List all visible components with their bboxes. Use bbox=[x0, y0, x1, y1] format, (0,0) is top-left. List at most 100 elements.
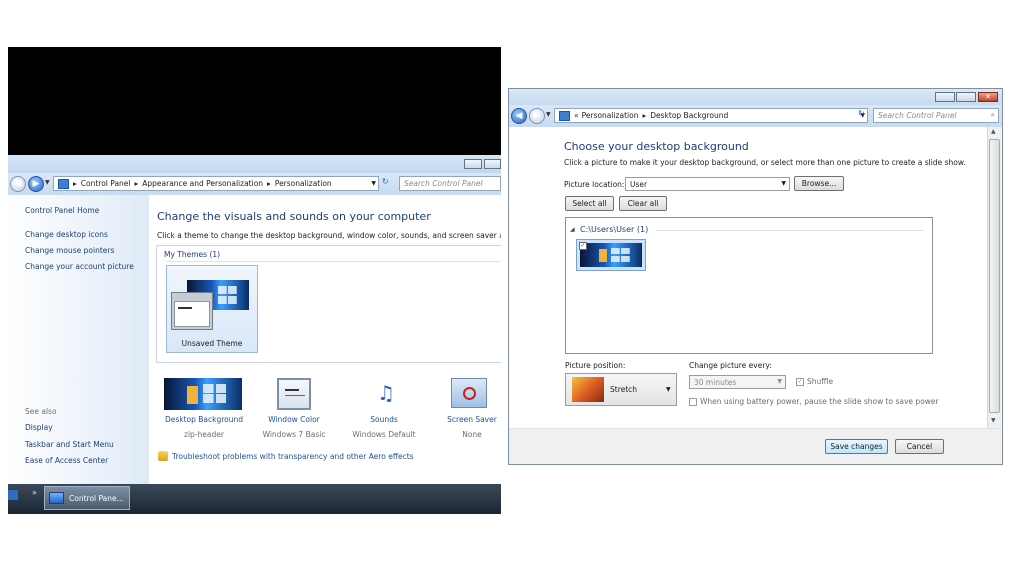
wallpaper-thumbnail bbox=[580, 243, 642, 267]
wallpaper-thumbnail-item[interactable]: ✓ bbox=[576, 239, 646, 271]
left-address-row: ◀ ▶ ▼ ▸ Control Panel ▸ Appearance and P… bbox=[8, 173, 501, 196]
picture-location-select[interactable]: User ▼ bbox=[625, 177, 790, 191]
page-title: Choose your desktop background bbox=[564, 140, 749, 153]
breadcrumb-arrow-icon: ▸ bbox=[267, 179, 271, 188]
window-color-label[interactable]: Window Color bbox=[257, 415, 331, 424]
right-address-row: ◀ ▶ ▼ « Personalization ▸ Desktop Backgr… bbox=[509, 105, 1002, 128]
scroll-thumb[interactable] bbox=[989, 139, 1000, 413]
shuffle-label: Shuffle bbox=[807, 377, 834, 386]
scroll-down-icon[interactable]: ▼ bbox=[991, 417, 996, 424]
change-every-select[interactable]: 30 minutes ▼ bbox=[689, 375, 786, 389]
address-overflow-chevrons[interactable]: « bbox=[574, 111, 579, 120]
control-panel-icon bbox=[49, 492, 64, 504]
address-bar[interactable]: « Personalization ▸ Desktop Background ▼ bbox=[554, 108, 868, 123]
thumbnail-checkbox[interactable]: ✓ bbox=[579, 242, 587, 250]
taskbar-start-menu-link[interactable]: Taskbar and Start Menu bbox=[25, 440, 114, 449]
taskbar-item-label: Control Pane... bbox=[69, 494, 124, 503]
theme-name: Unsaved Theme bbox=[181, 339, 243, 348]
left-titlebar bbox=[8, 155, 501, 173]
collapse-group-icon[interactable]: ◢ bbox=[570, 226, 575, 233]
desktop-background-item[interactable]: Desktop Background zip-header bbox=[158, 378, 244, 439]
close-button[interactable]: ✕ bbox=[978, 92, 998, 102]
page-title: Change the visuals and sounds on your co… bbox=[157, 210, 431, 223]
vertical-scrollbar[interactable]: ▲ ▼ bbox=[987, 127, 1002, 428]
window-color-sub: Windows 7 Basic bbox=[262, 430, 326, 439]
breadcrumb-arrow-icon: ▸ bbox=[73, 179, 77, 188]
change-every-label: Change picture every: bbox=[689, 361, 772, 370]
taskbar-control-panel-item[interactable]: Control Pane... bbox=[44, 486, 130, 510]
breadcrumb-appearance[interactable]: Appearance and Personalization bbox=[142, 179, 263, 188]
screen-saver-sub: None bbox=[462, 430, 482, 439]
troubleshoot-link[interactable]: Troubleshoot problems with transparency … bbox=[172, 452, 414, 461]
dialog-footer: Save changes Cancel bbox=[509, 428, 1002, 464]
window-color-item[interactable]: Window Color Windows 7 Basic bbox=[257, 378, 331, 439]
desktop-background-content: Choose your desktop background Click a p… bbox=[509, 127, 987, 428]
window-color-icon bbox=[277, 378, 311, 410]
refresh-icon[interactable]: ↻ bbox=[382, 177, 389, 186]
sounds-icon: ♫ bbox=[377, 381, 395, 405]
scroll-up-icon[interactable]: ▲ bbox=[991, 128, 996, 135]
unsaved-theme-tile[interactable]: Unsaved Theme bbox=[166, 265, 258, 353]
taskbar: » Control Pane... bbox=[8, 484, 501, 514]
personalization-window: ◀ ▶ ▼ ▸ Control Panel ▸ Appearance and P… bbox=[8, 47, 501, 514]
change-desktop-icons-link[interactable]: Change desktop icons bbox=[25, 230, 108, 239]
recent-pages-chevron-icon[interactable]: ▼ bbox=[45, 179, 50, 186]
refresh-icon[interactable]: ↻ bbox=[858, 109, 865, 118]
minimize-button[interactable] bbox=[935, 92, 955, 102]
control-panel-home-link[interactable]: Control Panel Home bbox=[25, 206, 99, 215]
themes-list: My Themes (1) Unsaved Theme bbox=[156, 245, 501, 363]
sounds-label[interactable]: Sounds bbox=[344, 415, 424, 424]
dropdown-arrow-icon: ▼ bbox=[781, 180, 786, 187]
picture-position-value: Stretch bbox=[610, 385, 638, 394]
browse-button[interactable]: Browse... bbox=[794, 176, 844, 191]
clear-all-button[interactable]: Clear all bbox=[619, 196, 667, 211]
taskbar-chevron[interactable]: » bbox=[32, 488, 37, 497]
forward-button[interactable]: ▶ bbox=[529, 108, 545, 124]
change-mouse-pointers-link[interactable]: Change mouse pointers bbox=[25, 246, 114, 255]
cancel-button[interactable]: Cancel bbox=[895, 439, 944, 454]
save-changes-button[interactable]: Save changes bbox=[825, 439, 888, 454]
display-link[interactable]: Display bbox=[25, 423, 53, 432]
recent-pages-chevron-icon[interactable]: ▼ bbox=[546, 111, 551, 118]
dropdown-arrow-icon: ▼ bbox=[666, 386, 671, 393]
picture-position-select[interactable]: Stretch ▼ bbox=[565, 373, 677, 406]
back-button[interactable]: ◀ bbox=[511, 108, 527, 124]
breadcrumb-control-panel[interactable]: Control Panel bbox=[81, 179, 131, 188]
desktop-background-window: ✕ ◀ ▶ ▼ « Personalization ▸ Desktop Back… bbox=[508, 88, 1003, 465]
screen-saver-item[interactable]: Screen Saver None bbox=[439, 378, 501, 439]
sounds-item[interactable]: ♫ Sounds Windows Default bbox=[344, 378, 424, 439]
maximize-button[interactable] bbox=[956, 92, 976, 102]
back-arrow-icon: ◀ bbox=[515, 111, 523, 121]
search-icon: ⌕ bbox=[990, 110, 995, 119]
battery-checkbox[interactable] bbox=[689, 398, 697, 406]
shuffle-checkbox[interactable]: ✓ bbox=[796, 378, 804, 386]
change-account-picture-link[interactable]: Change your account picture bbox=[25, 262, 134, 271]
search-input[interactable]: Search Control Panel ⌕ bbox=[873, 108, 999, 123]
breadcrumb-personalization[interactable]: Personalization bbox=[582, 111, 639, 120]
back-button[interactable]: ◀ bbox=[10, 176, 26, 192]
group-divider bbox=[166, 261, 501, 262]
desktop-background-label[interactable]: Desktop Background bbox=[158, 415, 250, 424]
left-sidebar: Control Panel Home Change desktop icons … bbox=[8, 195, 149, 484]
page-description: Click a picture to make it your desktop … bbox=[564, 158, 966, 167]
address-bar[interactable]: ▸ Control Panel ▸ Appearance and Persona… bbox=[53, 176, 379, 191]
control-panel-icon bbox=[58, 178, 69, 189]
screen-saver-label[interactable]: Screen Saver bbox=[439, 415, 501, 424]
screen-saver-icon bbox=[451, 378, 487, 408]
battery-label: When using battery power, pause the slid… bbox=[700, 397, 939, 406]
forward-button[interactable]: ▶ bbox=[28, 176, 44, 192]
address-dropdown-icon[interactable]: ▼ bbox=[371, 180, 376, 187]
minimize-button[interactable] bbox=[464, 159, 482, 169]
close-icon: ✕ bbox=[985, 93, 991, 101]
forward-arrow-icon: ▶ bbox=[533, 111, 541, 121]
sounds-sub: Windows Default bbox=[352, 430, 416, 439]
maximize-button[interactable] bbox=[484, 159, 501, 169]
breadcrumb-personalization[interactable]: Personalization bbox=[275, 179, 332, 188]
search-input[interactable]: Search Control Panel bbox=[399, 176, 501, 191]
breadcrumb-desktop-background[interactable]: Desktop Background bbox=[650, 111, 728, 120]
select-all-button[interactable]: Select all bbox=[565, 196, 614, 211]
start-button[interactable] bbox=[8, 490, 18, 500]
search-placeholder: Search Control Panel bbox=[878, 111, 957, 120]
breadcrumb-arrow-icon: ▸ bbox=[642, 111, 647, 120]
ease-of-access-link[interactable]: Ease of Access Center bbox=[25, 456, 108, 465]
